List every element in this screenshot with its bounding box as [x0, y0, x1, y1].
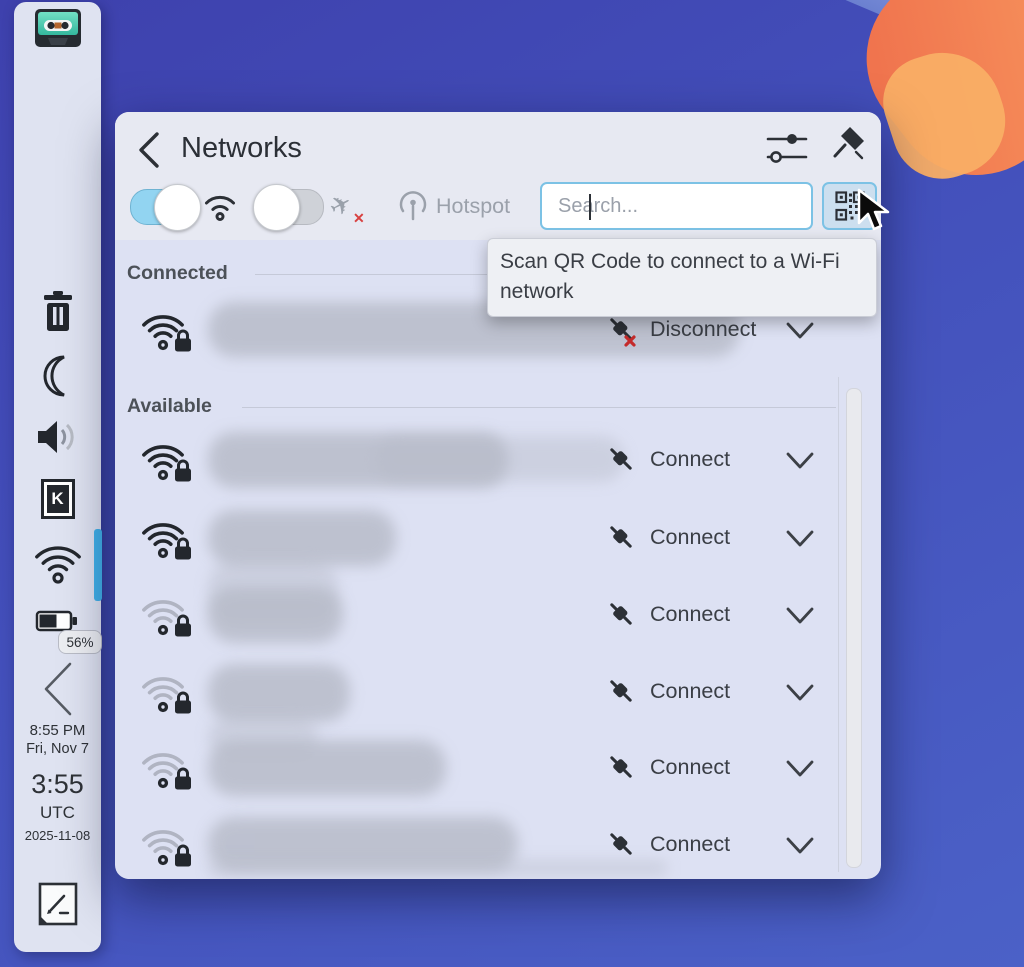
- action-label: Connect: [650, 832, 730, 857]
- section-header-connected: Connected: [127, 262, 228, 285]
- action-label: Connect: [650, 525, 730, 550]
- note-pencil-icon: [35, 880, 81, 928]
- action-label: Connect: [650, 447, 730, 472]
- launcher-cassette-icon[interactable]: [14, 8, 101, 48]
- wifi-icon: [203, 190, 237, 222]
- wifi-signal-lock-icon: [139, 510, 195, 562]
- connect-button[interactable]: Connect: [603, 673, 730, 709]
- desktop: K 56% 8:55 PM: [0, 0, 1024, 967]
- panel-collapse-button[interactable]: [14, 660, 101, 718]
- connect-button[interactable]: Connect: [603, 749, 730, 785]
- wifi-signal-lock-icon: [139, 302, 195, 354]
- plug-icon: [603, 519, 639, 555]
- cassette-icon: [34, 8, 82, 48]
- plug-icon: [603, 441, 639, 477]
- digital-clock[interactable]: 8:55 PM Fri, Nov 7 3:55 UTC 2025-11-08: [14, 722, 101, 843]
- pin-button[interactable]: [831, 124, 867, 173]
- sliders-icon: [765, 128, 809, 168]
- qr-tooltip: Scan QR Code to connect to a Wi-Fi netwo…: [487, 238, 877, 317]
- utc-zone: UTC: [14, 803, 101, 823]
- toggle-knob: [154, 184, 201, 231]
- volume-speaker-icon[interactable]: [14, 417, 101, 457]
- plug-icon: [603, 826, 639, 862]
- chevron-down-icon[interactable]: [785, 682, 815, 704]
- airplane-off-x-icon: ✕: [353, 210, 365, 227]
- chevron-down-icon[interactable]: [785, 320, 815, 342]
- hotspot-label: Hotspot: [436, 194, 510, 219]
- k-icon: K: [41, 479, 75, 519]
- network-row[interactable]: Connect: [123, 809, 828, 879]
- chevron-down-icon[interactable]: [785, 528, 815, 550]
- utc-date: 2025-11-08: [14, 828, 101, 843]
- network-row[interactable]: Connect: [123, 656, 828, 728]
- wifi-signal-lock-icon: [139, 740, 195, 792]
- scrollbar-thumb[interactable]: [846, 388, 862, 868]
- airplane-mode-toggle[interactable]: [256, 189, 324, 225]
- action-label: Connect: [650, 755, 730, 780]
- toggle-knob: [253, 184, 300, 231]
- wifi-tray-icon[interactable]: [14, 538, 101, 584]
- page-title: Networks: [181, 132, 302, 165]
- wifi-signal-lock-icon: [139, 587, 195, 639]
- plug-icon: [603, 673, 639, 709]
- chevron-down-icon[interactable]: [785, 605, 815, 627]
- antenna-icon: [398, 190, 428, 222]
- networks-popup: Networks ✈: [115, 112, 881, 879]
- plug-icon: [603, 596, 639, 632]
- back-button[interactable]: [133, 130, 167, 170]
- chevron-down-icon[interactable]: [785, 758, 815, 780]
- wifi-signal-lock-icon: [139, 664, 195, 716]
- section-header-available: Available: [127, 395, 212, 418]
- k-app-icon[interactable]: K: [14, 479, 101, 519]
- k-letter: K: [47, 485, 69, 513]
- connect-button[interactable]: Connect: [603, 826, 730, 862]
- scrollbar-track: [838, 377, 839, 872]
- chevron-left-icon: [38, 660, 78, 718]
- connect-button[interactable]: Connect: [603, 519, 730, 555]
- action-label: Connect: [650, 679, 730, 704]
- search-input[interactable]: [552, 194, 825, 219]
- text-caret: [589, 194, 591, 220]
- configure-button[interactable]: [765, 128, 809, 173]
- pin-icon: [831, 124, 867, 168]
- hotspot-button[interactable]: Hotspot: [398, 190, 510, 222]
- chevron-down-icon[interactable]: [785, 450, 815, 472]
- wifi-icon: [32, 538, 84, 584]
- network-row[interactable]: Connect: [123, 502, 828, 574]
- plug-icon: [603, 749, 639, 785]
- chevron-left-icon: [133, 130, 167, 170]
- active-applet-indicator: [94, 529, 102, 601]
- scan-qr-button[interactable]: [822, 182, 877, 230]
- network-row[interactable]: Connect: [123, 732, 828, 804]
- section-divider: [242, 407, 836, 408]
- search-box: [540, 182, 813, 230]
- trash-icon[interactable]: [14, 290, 101, 334]
- local-date: Fri, Nov 7: [14, 741, 101, 757]
- network-row[interactable]: Connect: [123, 579, 828, 651]
- qr-code-icon: [835, 191, 865, 221]
- wifi-toggle[interactable]: [130, 189, 198, 225]
- local-time: 8:55 PM: [14, 722, 101, 739]
- connect-button[interactable]: Connect: [603, 441, 730, 477]
- battery-percent-badge: 56%: [58, 630, 102, 654]
- action-label: Disconnect: [650, 317, 756, 342]
- action-label: Connect: [650, 602, 730, 627]
- chevron-down-icon[interactable]: [785, 835, 815, 857]
- connect-button[interactable]: Connect: [603, 596, 730, 632]
- notes-widget[interactable]: [14, 880, 101, 928]
- utc-time: 3:55: [14, 769, 101, 800]
- network-row[interactable]: Connect: [123, 424, 828, 496]
- wifi-signal-lock-icon: [139, 432, 195, 484]
- plasma-panel: K 56% 8:55 PM: [14, 2, 101, 952]
- night-light-moon-icon[interactable]: [14, 354, 101, 400]
- wifi-signal-lock-icon: [139, 817, 195, 869]
